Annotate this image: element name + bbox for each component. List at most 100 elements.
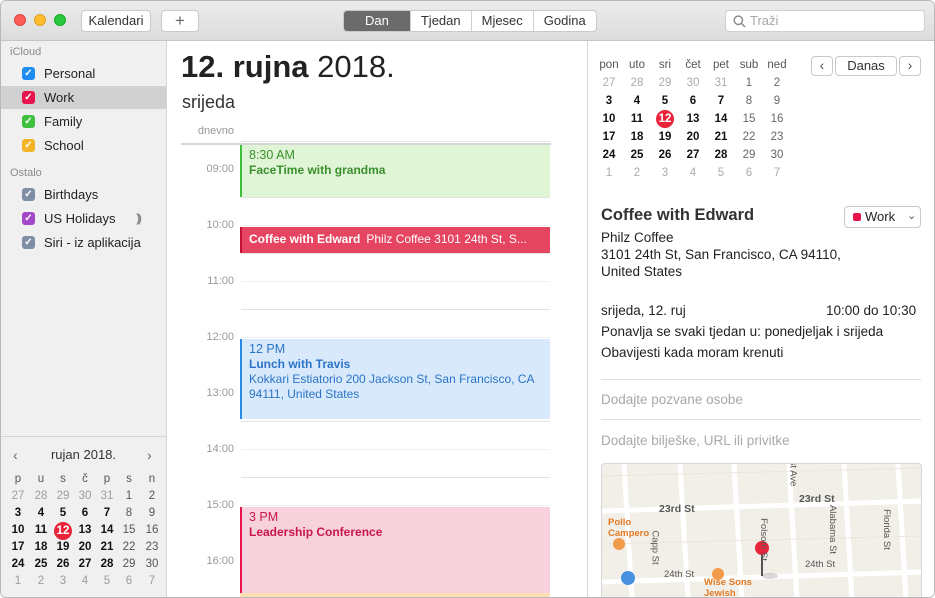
add-notes-field[interactable]: Dodajte bilješke, URL ili privitke	[601, 433, 790, 448]
right-calendar-day[interactable]: 25	[623, 146, 651, 164]
mini-calendar-day[interactable]: 29	[52, 488, 74, 505]
right-calendar-day[interactable]: 21	[707, 128, 735, 146]
right-calendar-day[interactable]: 3	[651, 164, 679, 182]
checkbox[interactable]: ✓	[22, 115, 35, 128]
next-month-button[interactable]: ›	[899, 56, 921, 76]
mini-calendar-day[interactable]: 8	[118, 505, 140, 522]
checkbox[interactable]: ✓	[22, 188, 35, 201]
right-calendar-day[interactable]: 31	[707, 74, 735, 92]
mini-calendar-day[interactable]: 2	[30, 573, 52, 590]
right-calendar-day[interactable]: 27	[595, 74, 623, 92]
location-map[interactable]: 23rd St 23rd St Pollo Campero Capp St Fo…	[601, 463, 922, 597]
mini-calendar-day[interactable]: 5	[52, 505, 74, 522]
mini-calendar-day[interactable]: 17	[7, 539, 29, 556]
mini-calendar-day[interactable]: 9	[141, 505, 163, 522]
sidebar-item-personal[interactable]: ✓ Personal	[1, 62, 166, 85]
sidebar-item-us-holidays[interactable]: ✓ US Holidays)))	[1, 207, 166, 230]
mini-calendar-day[interactable]: 27	[7, 488, 29, 505]
mini-calendar-day[interactable]: 28	[96, 556, 118, 573]
checkbox[interactable]: ✓	[22, 67, 35, 80]
mini-calendar-day[interactable]: 12	[54, 522, 72, 540]
mini-calendar-day[interactable]: 7	[96, 505, 118, 522]
mini-calendar-day[interactable]: 20	[74, 539, 96, 556]
right-calendar-day[interactable]: 6	[679, 92, 707, 110]
address-line-1[interactable]: 3101 24th St, San Francisco, CA 94110,	[601, 247, 841, 262]
right-calendar-day[interactable]: 20	[679, 128, 707, 146]
tab-day[interactable]: Dan	[344, 11, 410, 31]
prev-month-button[interactable]: ‹	[811, 56, 833, 76]
right-calendar-day[interactable]: 30	[763, 146, 791, 164]
mini-calendar-day[interactable]: 13	[74, 522, 96, 539]
event-facetime-with-grandma[interactable]: 8:30 AM FaceTime with grandma	[240, 145, 550, 197]
right-calendar-day[interactable]: 1	[735, 74, 763, 92]
event-time-range[interactable]: 10:00 do 10:30	[826, 303, 916, 318]
right-calendar-day[interactable]: 27	[679, 146, 707, 164]
location-name[interactable]: Philz Coffee	[601, 230, 674, 245]
mini-calendar-next-button[interactable]: ›	[147, 447, 152, 463]
sidebar-item-birthdays[interactable]: ✓ Birthdays	[1, 183, 166, 206]
right-calendar-day[interactable]: 29	[735, 146, 763, 164]
event-date[interactable]: srijeda, 12. ruj	[601, 303, 686, 318]
checkbox[interactable]: ✓	[22, 236, 35, 249]
mini-calendar-day[interactable]: 28	[30, 488, 52, 505]
event-lunch-with-travis[interactable]: 12 PM Lunch with Travis Kokkari Estiatorio…	[240, 339, 550, 419]
close-window-button[interactable]	[14, 14, 26, 26]
right-calendar-day[interactable]: 29	[651, 74, 679, 92]
add-event-button[interactable]: +	[161, 10, 199, 32]
mini-calendar-day[interactable]: 27	[74, 556, 96, 573]
right-calendar-day[interactable]: 11	[623, 110, 651, 128]
right-calendar-day[interactable]: 1	[595, 164, 623, 182]
right-calendar-day[interactable]: 7	[763, 164, 791, 182]
right-calendar-day[interactable]: 18	[623, 128, 651, 146]
right-calendar-day[interactable]: 8	[735, 92, 763, 110]
mini-calendar-day[interactable]: 29	[118, 556, 140, 573]
sidebar-item-family[interactable]: ✓ Family	[1, 110, 166, 133]
checkbox[interactable]: ✓	[22, 212, 35, 225]
mini-calendar-day[interactable]: 23	[141, 539, 163, 556]
today-button[interactable]: Danas	[835, 56, 897, 76]
mini-calendar-day[interactable]: 3	[52, 573, 74, 590]
mini-calendar-day[interactable]: 18	[30, 539, 52, 556]
alert-setting[interactable]: Obavijesti kada moram krenuti	[601, 345, 783, 360]
calendars-button[interactable]: Kalendari	[81, 10, 151, 32]
mini-calendar-day[interactable]: 16	[141, 522, 163, 539]
mini-calendar-day[interactable]: 30	[141, 556, 163, 573]
right-calendar-day[interactable]: 12	[656, 110, 674, 128]
sidebar-item-siri-iz-aplikacija[interactable]: ✓ Siri - iz aplikacija	[1, 231, 166, 254]
mini-calendar-day[interactable]: 1	[118, 488, 140, 505]
right-calendar-day[interactable]: 19	[651, 128, 679, 146]
event-leadership-conference[interactable]: 3 PM Leadership Conference	[240, 507, 550, 593]
mini-calendar-day[interactable]: 19	[52, 539, 74, 556]
right-calendar-day[interactable]: 7	[707, 92, 735, 110]
tab-week[interactable]: Tjedan	[409, 11, 471, 31]
mini-calendar-day[interactable]: 11	[30, 522, 52, 539]
mini-calendar-day[interactable]: 7	[141, 573, 163, 590]
tab-year[interactable]: Godina	[532, 11, 596, 31]
mini-calendar-day[interactable]: 3	[7, 505, 29, 522]
right-calendar-day[interactable]: 4	[623, 92, 651, 110]
tab-month[interactable]: Mjesec	[470, 11, 533, 31]
right-calendar-day[interactable]: 24	[595, 146, 623, 164]
minimize-window-button[interactable]	[34, 14, 46, 26]
mini-calendar-day[interactable]: 26	[52, 556, 74, 573]
right-calendar-day[interactable]: 4	[679, 164, 707, 182]
right-calendar-day[interactable]: 23	[763, 128, 791, 146]
right-calendar-day[interactable]: 3	[595, 92, 623, 110]
mini-calendar-day[interactable]: 2	[141, 488, 163, 505]
right-calendar-day[interactable]: 9	[763, 92, 791, 110]
add-invitees-field[interactable]: Dodajte pozvane osobe	[601, 392, 743, 407]
mini-calendar-day[interactable]: 4	[30, 505, 52, 522]
right-calendar-day[interactable]: 30	[679, 74, 707, 92]
right-calendar-day[interactable]: 26	[651, 146, 679, 164]
right-calendar-day[interactable]: 15	[735, 110, 763, 128]
mini-calendar-day[interactable]: 31	[96, 488, 118, 505]
mini-calendar-day[interactable]: 5	[96, 573, 118, 590]
right-calendar-day[interactable]: 10	[595, 110, 623, 128]
calendar-select[interactable]: Work ⌄	[844, 206, 921, 228]
right-calendar-day[interactable]: 5	[707, 164, 735, 182]
right-calendar-day[interactable]: 16	[763, 110, 791, 128]
mini-calendar-day[interactable]: 4	[74, 573, 96, 590]
sidebar-item-school[interactable]: ✓ School	[1, 134, 166, 157]
event-title[interactable]: Coffee with Edward	[601, 206, 754, 225]
mini-calendar-day[interactable]: 22	[118, 539, 140, 556]
